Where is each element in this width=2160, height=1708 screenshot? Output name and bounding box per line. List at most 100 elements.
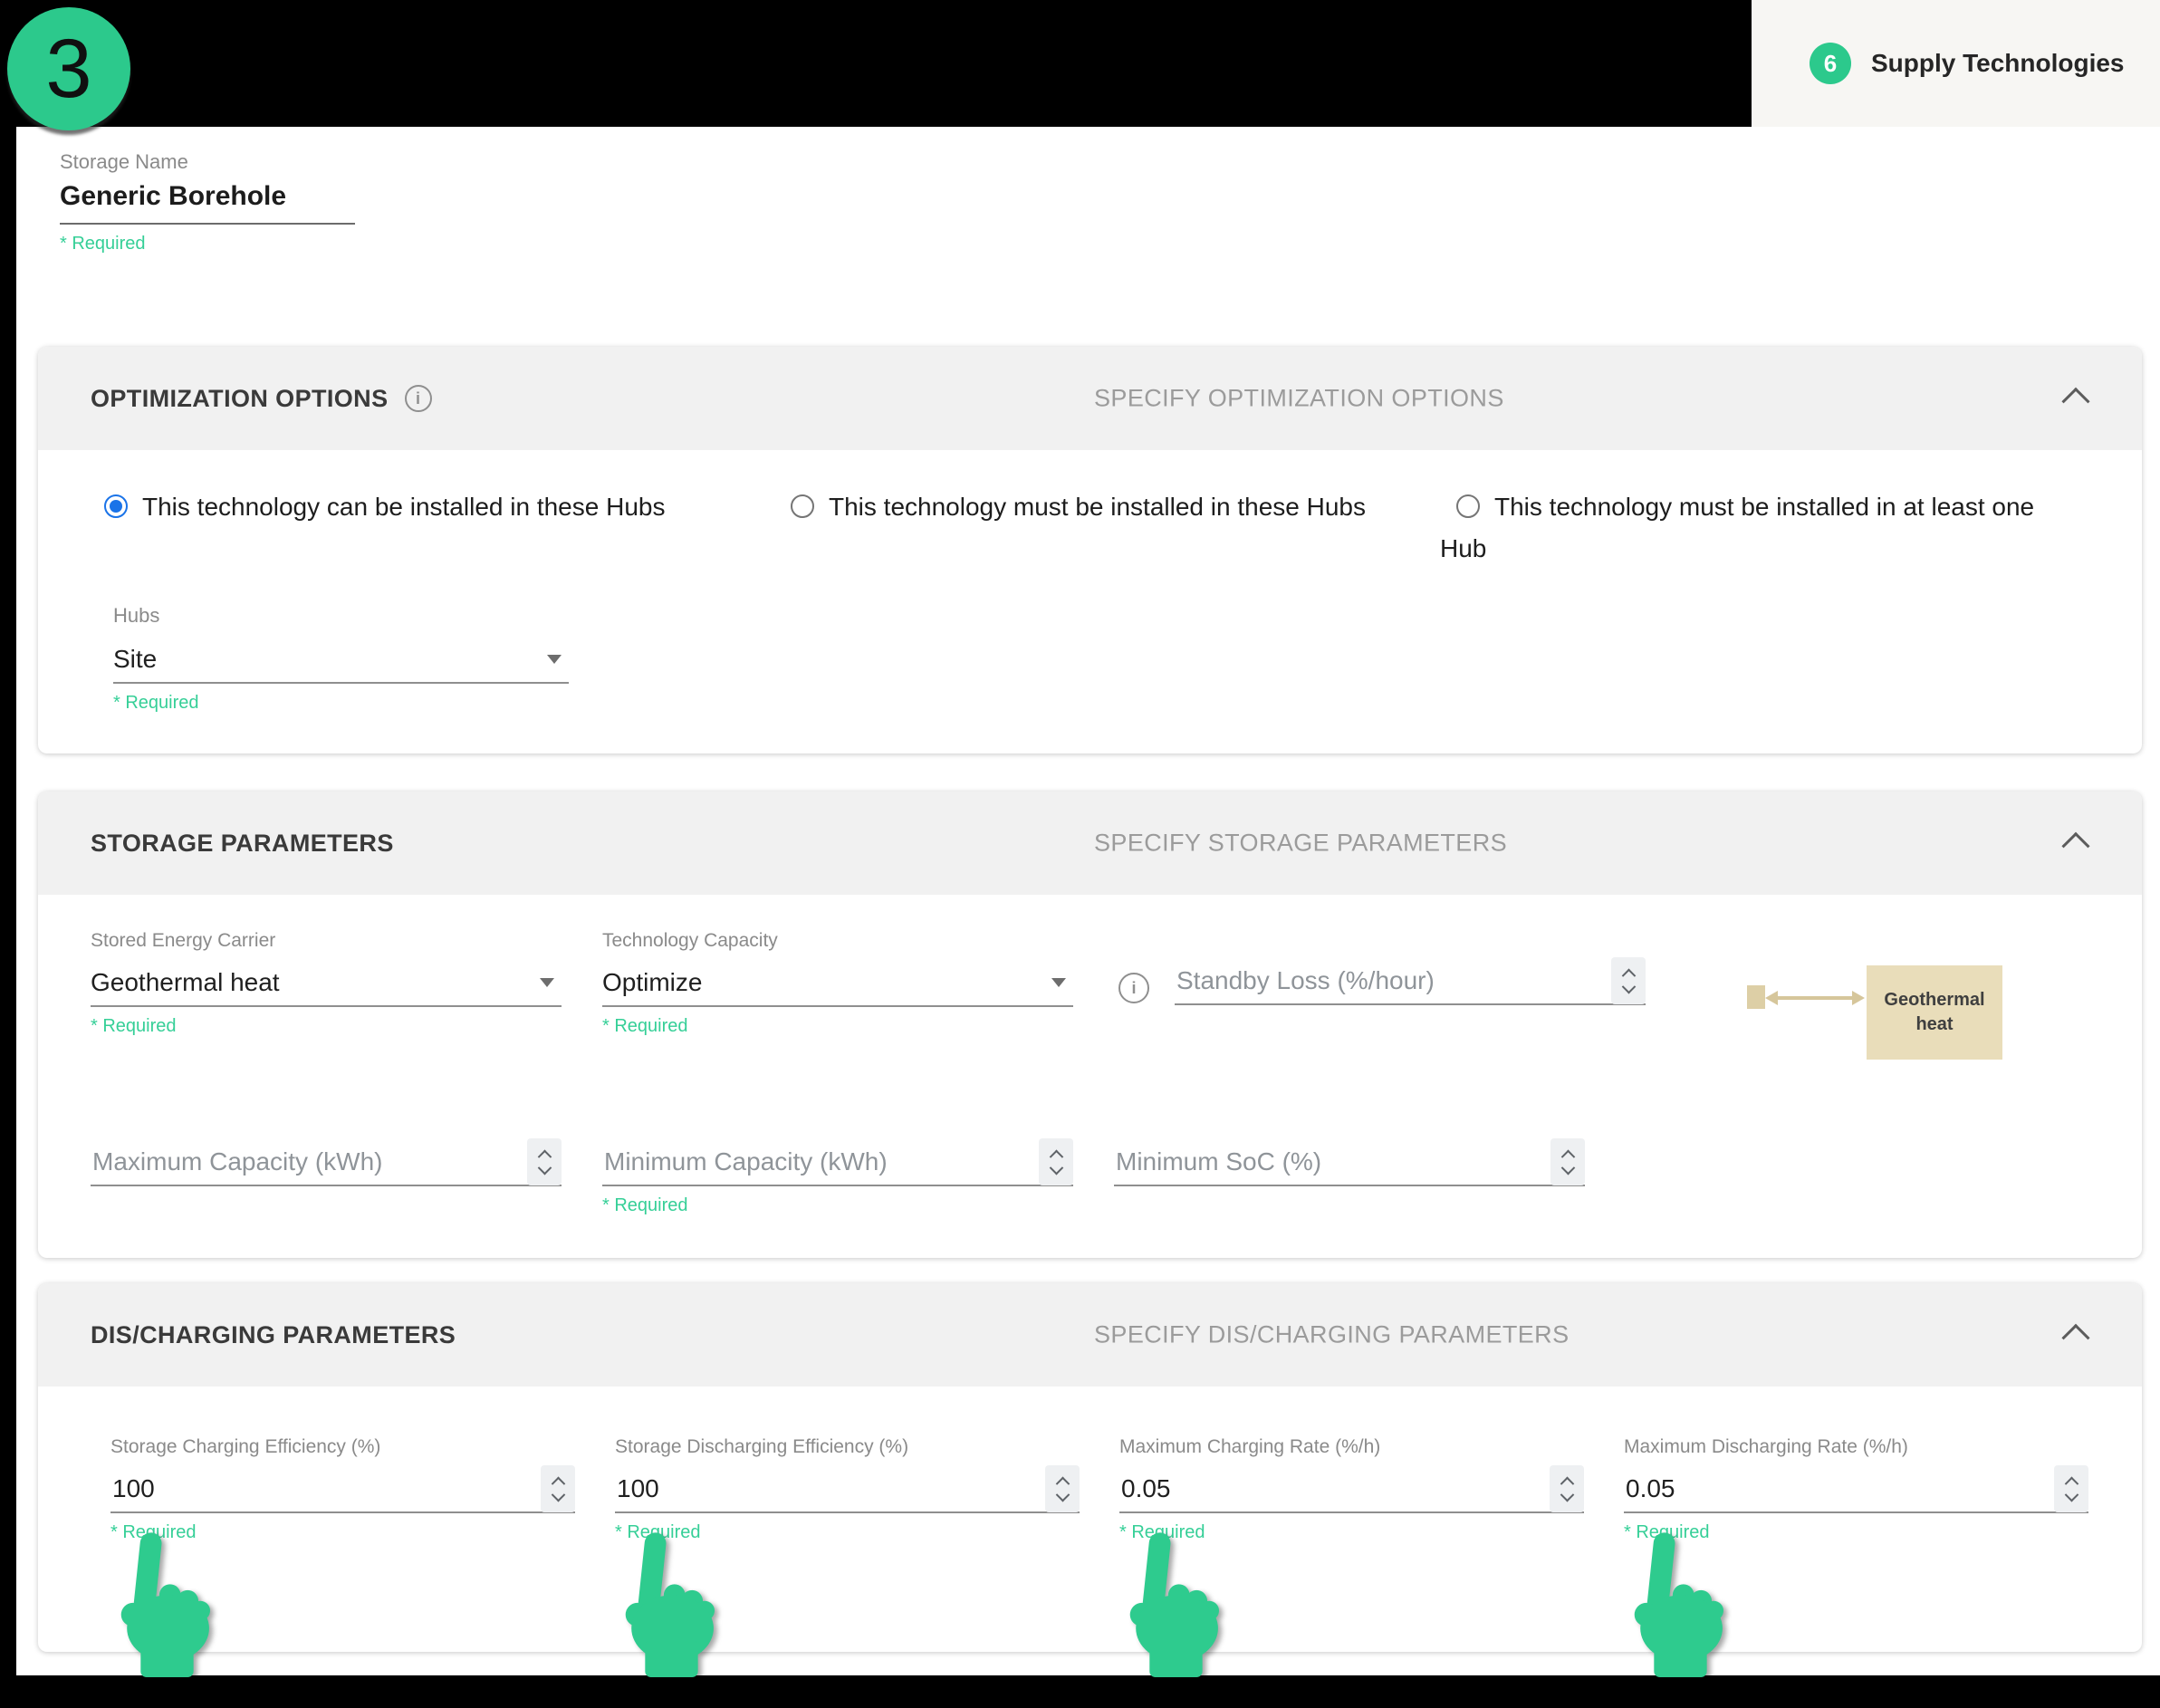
maximum-capacity-field: [91, 1143, 562, 1186]
radio-option-must-be-installed[interactable]: This technology must be installed in the…: [774, 486, 1440, 570]
top-black-bar: 6 Supply Technologies: [0, 0, 2160, 127]
dropdown-caret-icon: [547, 655, 562, 664]
storage-parameters-header: STORAGE PARAMETERS SPECIFY STORAGE PARAM…: [38, 792, 2142, 895]
field-label: Storage Discharging Efficiency (%): [615, 1435, 1080, 1459]
required-hint: * Required: [602, 1015, 1073, 1037]
double-arrow-icon: [1765, 991, 1865, 1005]
hubs-selected-value: Site: [113, 645, 157, 674]
maximum-charging-rate-input[interactable]: [1119, 1473, 1509, 1504]
storage-parameters-card: STORAGE PARAMETERS SPECIFY STORAGE PARAM…: [38, 792, 2142, 1258]
hubs-label: Hubs: [113, 604, 569, 628]
minimum-capacity-input-row: [602, 1143, 1073, 1186]
standby-loss-group: i: [1073, 929, 1646, 1005]
maximum-capacity-input-row: [91, 1143, 562, 1186]
optimization-options-header: OPTIMIZATION OPTIONS i SPECIFY OPTIMIZAT…: [38, 347, 2142, 450]
maximum-charging-rate-field: Maximum Charging Rate (%/h) * Required: [1119, 1435, 1584, 1543]
stepper-down-icon[interactable]: [2064, 1487, 2078, 1502]
storage-name-label: Storage Name: [60, 150, 2160, 174]
hub-install-radio-group: This technology can be installed in thes…: [38, 450, 2142, 570]
minimum-soc-input[interactable]: [1114, 1147, 1503, 1177]
stepper-down-icon[interactable]: [551, 1487, 565, 1502]
storage-discharging-efficiency-field: Storage Discharging Efficiency (%) * Req…: [615, 1435, 1080, 1543]
radio-selected-icon[interactable]: [104, 494, 128, 518]
technology-capacity-field: Technology Capacity Optimize * Required: [602, 929, 1073, 1037]
radio-label: This technology can be installed in thes…: [142, 493, 665, 521]
radio-label: This technology must be installed in at …: [1440, 493, 2034, 562]
stored-energy-carrier-select[interactable]: Geothermal heat: [91, 964, 562, 1007]
pointer-hand-icon: [609, 1530, 723, 1677]
collapse-chevron-icon[interactable]: [2061, 832, 2089, 860]
section-subtitle: SPECIFY DIS/CHARGING PARAMETERS: [1094, 1321, 1570, 1349]
required-hint: * Required: [113, 692, 569, 714]
storage-parameters-row-2: * Required: [38, 1060, 2142, 1258]
standby-loss-input[interactable]: [1175, 965, 1564, 996]
maximum-capacity-input[interactable]: [91, 1147, 480, 1177]
discharging-parameters-card: DIS/CHARGING PARAMETERS SPECIFY DIS/CHAR…: [38, 1283, 2142, 1652]
stepper-down-icon[interactable]: [1560, 1160, 1575, 1175]
tab-supply-technologies[interactable]: 6 Supply Technologies: [1752, 0, 2160, 127]
input-row: [615, 1470, 1080, 1513]
input-row: [110, 1470, 575, 1513]
stepper-down-icon[interactable]: [1055, 1487, 1070, 1502]
number-stepper[interactable]: [527, 1138, 562, 1185]
number-stepper[interactable]: [2054, 1465, 2088, 1512]
collapse-chevron-icon[interactable]: [2061, 388, 2089, 416]
dropdown-caret-icon: [540, 978, 554, 987]
minimum-capacity-input[interactable]: [602, 1147, 992, 1177]
stepper-down-icon[interactable]: [1049, 1160, 1063, 1175]
storage-charging-efficiency-field: Storage Charging Efficiency (%) * Requir…: [110, 1435, 575, 1543]
radio-unselected-icon[interactable]: [791, 494, 814, 518]
number-stepper[interactable]: [1611, 957, 1646, 1004]
radio-option-can-be-installed[interactable]: This technology can be installed in thes…: [88, 486, 774, 570]
dropdown-caret-icon: [1051, 978, 1066, 987]
selected-value: Optimize: [602, 968, 702, 997]
info-icon[interactable]: i: [405, 385, 432, 412]
input-row: [1624, 1470, 2088, 1513]
maximum-discharging-rate-input[interactable]: [1624, 1473, 2013, 1504]
number-stepper[interactable]: [1550, 1138, 1585, 1185]
storage-name-input[interactable]: Generic Borehole: [60, 179, 355, 225]
diagram-node-geothermal-heat: Geothermal heat: [1867, 965, 2002, 1060]
required-hint: * Required: [60, 233, 2160, 254]
hubs-select[interactable]: Site: [113, 640, 569, 684]
discharging-parameters-header: DIS/CHARGING PARAMETERS SPECIFY DIS/CHAR…: [38, 1283, 2142, 1387]
field-label: Storage Charging Efficiency (%): [110, 1435, 575, 1459]
stepper-down-icon[interactable]: [537, 1160, 552, 1175]
collapse-chevron-icon[interactable]: [2061, 1324, 2089, 1352]
technology-capacity-select[interactable]: Optimize: [602, 964, 1073, 1007]
standby-loss-field: [1175, 962, 1646, 1005]
hubs-select-field: Hubs Site * Required: [113, 604, 2142, 753]
pointer-hand-icon: [1113, 1530, 1227, 1677]
stepper-down-icon[interactable]: [1560, 1487, 1574, 1502]
pointer-hand-icon: [104, 1530, 218, 1677]
section-subtitle: SPECIFY OPTIMIZATION OPTIONS: [1094, 385, 1504, 413]
info-icon[interactable]: i: [1118, 973, 1149, 1003]
step-badge-6: 6: [1810, 43, 1851, 84]
energy-carrier-diagram: Geothermal heat: [1747, 929, 2002, 1060]
field-label: Technology Capacity: [602, 929, 1073, 953]
section-title: STORAGE PARAMETERS: [91, 830, 394, 858]
discharging-fields-row: Storage Charging Efficiency (%) * Requir…: [38, 1387, 2142, 1652]
annotation-step-3-badge: 3: [7, 7, 130, 130]
number-stepper[interactable]: [541, 1465, 575, 1512]
number-stepper[interactable]: [1039, 1138, 1073, 1185]
field-label: Maximum Charging Rate (%/h): [1119, 1435, 1584, 1459]
form-content: Storage Name Generic Borehole * Required…: [16, 127, 2160, 1675]
storage-discharging-efficiency-input[interactable]: [615, 1473, 1004, 1504]
storage-name-field: Storage Name Generic Borehole * Required: [16, 127, 2160, 254]
standby-loss-input-row: [1175, 962, 1646, 1005]
field-label: Maximum Discharging Rate (%/h): [1624, 1435, 2088, 1459]
diagram-storage-port: [1747, 985, 1765, 1009]
number-stepper[interactable]: [1550, 1465, 1584, 1512]
required-hint: * Required: [91, 1015, 562, 1037]
storage-charging-efficiency-input[interactable]: [110, 1473, 500, 1504]
radio-option-at-least-one-hub[interactable]: This technology must be installed in at …: [1440, 486, 2074, 570]
stepper-down-icon[interactable]: [1621, 979, 1636, 993]
screenshot-frame: 6 Supply Technologies 3 Storage Name Gen…: [0, 0, 2160, 1708]
pointer-hand-icon: [1618, 1530, 1732, 1677]
minimum-soc-field: [1114, 1143, 1585, 1186]
minimum-capacity-field: * Required: [602, 1143, 1073, 1216]
radio-unselected-icon[interactable]: [1456, 494, 1480, 518]
input-row: [1119, 1470, 1584, 1513]
number-stepper[interactable]: [1045, 1465, 1080, 1512]
